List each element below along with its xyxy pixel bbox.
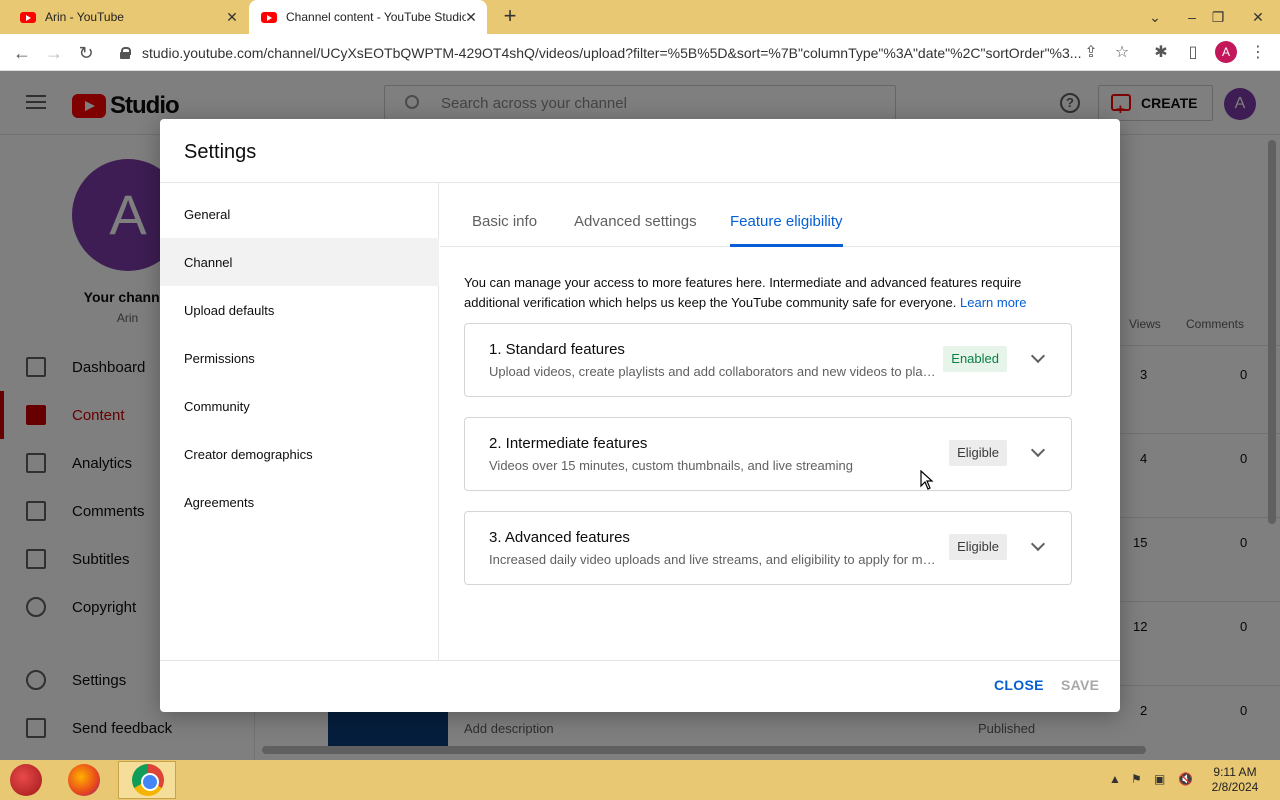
feature-card-advanced[interactable]: 3. Advanced features Increased daily vid… xyxy=(464,511,1072,585)
divider xyxy=(160,660,1120,661)
status-badge: Eligible xyxy=(949,534,1007,560)
settings-item-channel[interactable]: Channel xyxy=(160,238,439,286)
side-panel-icon[interactable]: ▯ xyxy=(1181,41,1205,65)
tab-search-icon[interactable]: ⌄ xyxy=(1143,5,1167,29)
feature-title: 1. Standard features xyxy=(489,341,625,358)
youtube-favicon-icon xyxy=(20,11,36,23)
back-icon[interactable]: ← xyxy=(10,41,34,65)
status-badge: Eligible xyxy=(949,440,1007,466)
status-badge: Enabled xyxy=(943,346,1007,372)
network-icon[interactable]: ▣ xyxy=(1154,772,1165,786)
new-tab-button[interactable]: + xyxy=(498,5,522,29)
youtube-favicon-icon xyxy=(261,11,277,23)
restore-icon[interactable]: ❐ xyxy=(1206,5,1230,29)
browser-tab-studio[interactable]: Channel content - YouTube Studio ✕ xyxy=(249,0,487,34)
settings-sidebar: General Channel Upload defaults Permissi… xyxy=(160,183,439,660)
tab-feature-eligibility[interactable]: Feature eligibility xyxy=(730,183,843,247)
save-button[interactable]: SAVE xyxy=(1061,677,1099,693)
start-ornament-icon[interactable] xyxy=(10,764,42,796)
feature-description: Upload videos, create playlists and add … xyxy=(489,364,939,379)
learn-more-link[interactable]: Learn more xyxy=(960,295,1026,310)
lock-icon xyxy=(120,46,131,59)
chevron-down-icon[interactable] xyxy=(1030,348,1046,364)
bookmark-star-icon[interactable]: ☆ xyxy=(1110,41,1134,65)
browser-menu-icon[interactable]: ⋮ xyxy=(1246,41,1270,65)
browser-tab-strip: Arin - YouTube ✕ Channel content - YouTu… xyxy=(0,0,1280,34)
settings-item-agreements[interactable]: Agreements xyxy=(160,478,439,526)
tab-close-icon[interactable]: ✕ xyxy=(463,9,479,25)
url-text: studio.youtube.com/channel/UCyXsEOTbQWPT… xyxy=(142,44,1082,61)
clock-date: 2/8/2024 xyxy=(1211,780,1259,794)
clock-time: 9:11 AM xyxy=(1213,765,1257,779)
system-clock[interactable]: 9:11 AM 2/8/2024 xyxy=(1200,765,1270,795)
settings-main-panel: Basic info Advanced settings Feature eli… xyxy=(440,183,1120,660)
feature-card-intermediate[interactable]: 2. Intermediate features Videos over 15 … xyxy=(464,417,1072,491)
volume-muted-icon[interactable]: 🔇 xyxy=(1178,772,1193,786)
os-taskbar: ▲ ⚑ ▣ 🔇 9:11 AM 2/8/2024 xyxy=(0,760,1280,800)
feature-card-standard[interactable]: 1. Standard features Upload videos, crea… xyxy=(464,323,1072,397)
close-button[interactable]: CLOSE xyxy=(994,677,1044,693)
share-icon[interactable]: ⇪ xyxy=(1079,41,1103,65)
settings-tabs: Basic info Advanced settings Feature eli… xyxy=(440,183,1120,247)
dialog-title: Settings xyxy=(184,141,257,163)
browser-toolbar: ← → ↻ studio.youtube.com/channel/UCyXsEO… xyxy=(0,34,1280,71)
firefox-icon[interactable] xyxy=(68,764,100,796)
tab-close-icon[interactable]: ✕ xyxy=(224,9,240,25)
flag-icon[interactable]: ⚑ xyxy=(1131,772,1142,786)
taskbar-chrome-button[interactable] xyxy=(118,761,176,799)
chevron-down-icon[interactable] xyxy=(1030,536,1046,552)
address-bar[interactable]: studio.youtube.com/channel/UCyXsEOTbQWPT… xyxy=(110,38,1110,67)
feature-title: 3. Advanced features xyxy=(489,529,630,546)
minimize-icon[interactable]: – xyxy=(1180,5,1204,29)
feature-description: Increased daily video uploads and live s… xyxy=(489,552,939,567)
settings-item-permissions[interactable]: Permissions xyxy=(160,334,439,382)
tab-advanced-settings[interactable]: Advanced settings xyxy=(574,183,697,247)
settings-item-upload-defaults[interactable]: Upload defaults xyxy=(160,286,439,334)
feature-description: Videos over 15 minutes, custom thumbnail… xyxy=(489,458,853,473)
tab-title: Arin - YouTube xyxy=(45,10,124,24)
tray-expand-icon[interactable]: ▲ xyxy=(1109,772,1121,786)
browser-profile-avatar[interactable]: A xyxy=(1215,41,1237,63)
window-close-icon[interactable]: ✕ xyxy=(1240,5,1276,29)
settings-item-creator-demographics[interactable]: Creator demographics xyxy=(160,430,439,478)
feature-intro-text: You can manage your access to more featu… xyxy=(464,273,1044,313)
extensions-puzzle-icon[interactable]: ✱ xyxy=(1149,41,1173,65)
feature-title: 2. Intermediate features xyxy=(489,435,648,452)
tab-basic-info[interactable]: Basic info xyxy=(472,183,537,247)
tab-title: Channel content - YouTube Studio xyxy=(286,10,466,24)
chrome-icon xyxy=(132,764,164,796)
settings-item-community[interactable]: Community xyxy=(160,382,439,430)
settings-item-general[interactable]: General xyxy=(160,190,439,238)
forward-icon[interactable]: → xyxy=(42,41,66,65)
browser-tab-youtube[interactable]: Arin - YouTube ✕ xyxy=(8,0,248,34)
reload-icon[interactable]: ↻ xyxy=(74,41,98,65)
intro-text: You can manage your access to more featu… xyxy=(464,275,1022,310)
settings-dialog: Settings General Channel Upload defaults… xyxy=(160,119,1120,712)
chevron-down-icon[interactable] xyxy=(1030,442,1046,458)
